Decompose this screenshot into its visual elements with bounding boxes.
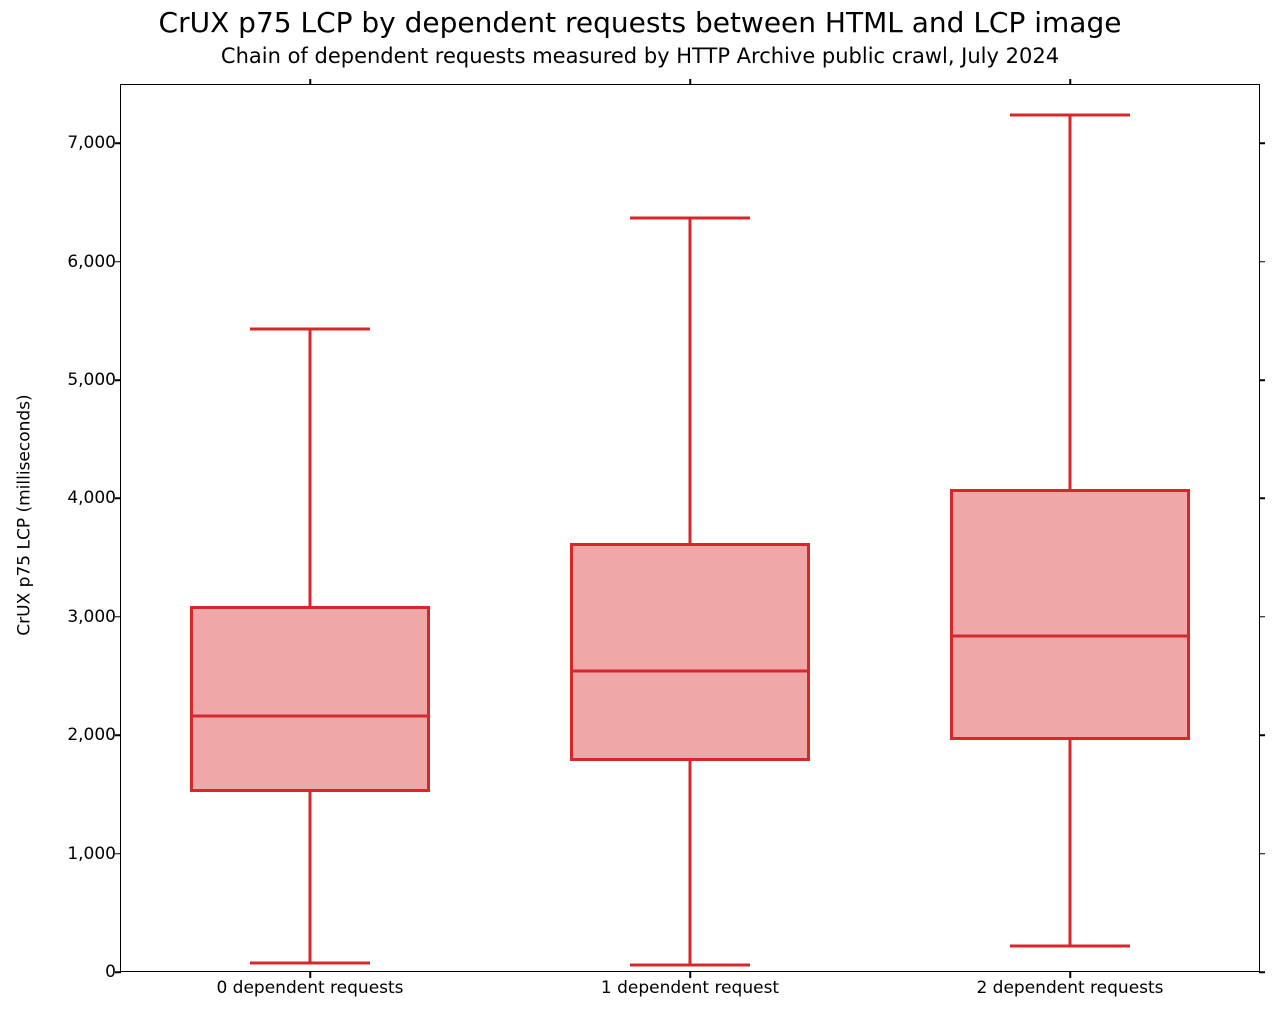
x-tick-label: 1 dependent request	[601, 978, 779, 998]
x-tick-mark	[1069, 79, 1071, 85]
x-tick-mark	[309, 79, 311, 85]
box-iqr	[950, 489, 1190, 740]
box-upper-whisker	[1069, 115, 1072, 489]
x-tick-mark	[309, 972, 311, 978]
y-tick-mark	[115, 734, 121, 736]
y-tick-label: 6,000	[67, 252, 116, 272]
y-tick-mark	[1259, 971, 1265, 973]
box-median	[570, 670, 810, 673]
box-cap-high	[1010, 113, 1130, 116]
y-tick-label: 2,000	[67, 725, 116, 745]
box-lower-whisker	[309, 792, 312, 962]
y-tick-mark	[115, 498, 121, 500]
box-lower-whisker	[1069, 740, 1072, 946]
box-cap-high	[250, 328, 370, 331]
box-median	[190, 715, 430, 718]
y-tick-mark	[1259, 616, 1265, 618]
y-tick-mark	[1259, 498, 1265, 500]
box-cap-low	[250, 961, 370, 964]
box-upper-whisker	[689, 218, 692, 544]
chart-title: CrUX p75 LCP by dependent requests betwe…	[0, 6, 1280, 39]
x-tick-mark	[1069, 972, 1071, 978]
box-cap-low	[1010, 944, 1130, 947]
y-tick-mark	[1259, 261, 1265, 263]
x-tick-label: 2 dependent requests	[976, 978, 1163, 998]
y-tick-mark	[115, 971, 121, 973]
box-upper-whisker	[309, 329, 312, 606]
box-lower-whisker	[689, 761, 692, 965]
x-tick-mark	[689, 972, 691, 978]
x-tick-mark	[689, 79, 691, 85]
box-cap-high	[630, 216, 750, 219]
y-tick-label: 7,000	[67, 133, 116, 153]
y-tick-mark	[115, 379, 121, 381]
y-axis-label: CrUX p75 LCP (milliseconds)	[10, 0, 40, 1030]
box-iqr	[570, 543, 810, 761]
chart-subtitle: Chain of dependent requests measured by …	[0, 44, 1280, 68]
box-median	[950, 634, 1190, 637]
x-tick-label: 0 dependent requests	[216, 978, 403, 998]
box-iqr	[190, 606, 430, 792]
y-tick-label: 1,000	[67, 844, 116, 864]
chart-figure: CrUX p75 LCP by dependent requests betwe…	[0, 0, 1280, 1030]
y-tick-mark	[115, 142, 121, 144]
y-tick-label: 4,000	[67, 488, 116, 508]
y-tick-label: 5,000	[67, 370, 116, 390]
y-tick-mark	[1259, 734, 1265, 736]
y-tick-mark	[1259, 853, 1265, 855]
y-tick-mark	[115, 261, 121, 263]
y-tick-mark	[1259, 142, 1265, 144]
y-tick-mark	[115, 616, 121, 618]
y-tick-label: 3,000	[67, 607, 116, 627]
y-tick-mark	[1259, 379, 1265, 381]
y-tick-mark	[115, 853, 121, 855]
box-cap-low	[630, 963, 750, 966]
